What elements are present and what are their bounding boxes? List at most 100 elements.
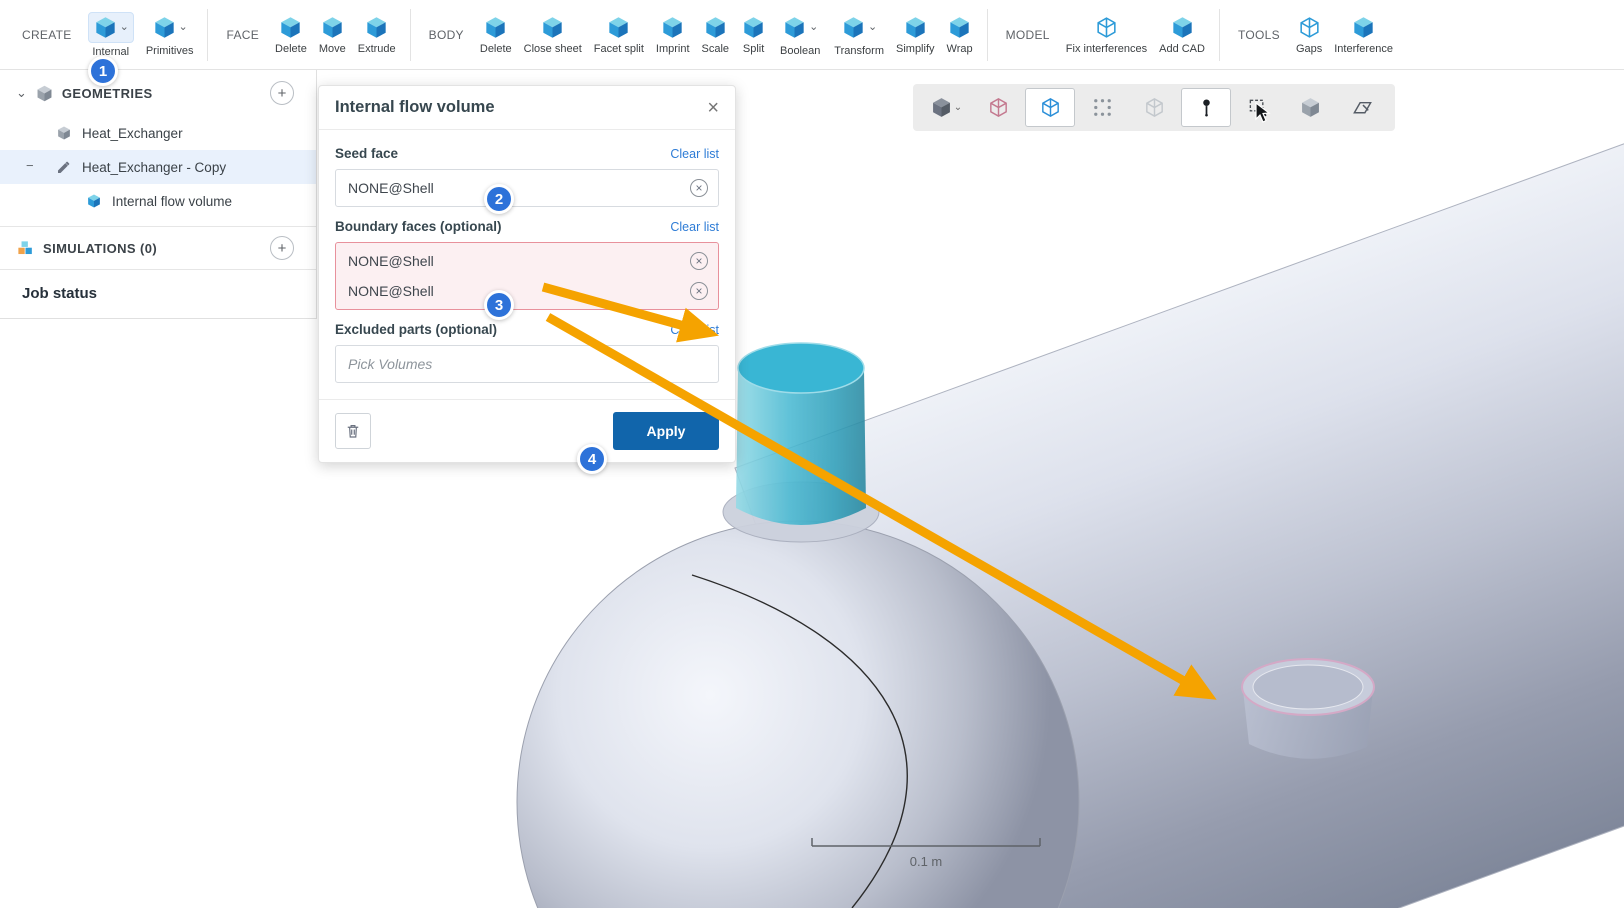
- boundary-faces-label: Boundary faces (optional): [335, 219, 502, 234]
- tool-close-sheet[interactable]: Close sheet: [518, 15, 588, 55]
- flow-volume-cube-icon: [86, 193, 112, 209]
- add-simulation-button[interactable]: +: [270, 236, 294, 260]
- view-shaded-button[interactable]: ⌄: [921, 88, 971, 127]
- view-wireframe-button[interactable]: [1129, 88, 1179, 127]
- gaps-icon: [1297, 15, 1322, 40]
- selected-seed-face-nozzle[interactable]: [723, 343, 879, 542]
- excluded-parts-label: Excluded parts (optional): [335, 322, 497, 337]
- toolbar-divider: [987, 9, 988, 61]
- wrap-icon: [947, 15, 972, 40]
- tool-internal[interactable]: ⌄ Internal: [82, 12, 140, 58]
- box-select-button[interactable]: [1233, 88, 1283, 127]
- chevron-down-icon[interactable]: ⌄: [809, 23, 818, 31]
- tool-label: Transform: [834, 45, 884, 57]
- geometries-section-header[interactable]: ⌄ GEOMETRIES +: [0, 70, 316, 116]
- tool-fix-interferences[interactable]: Fix interferences: [1060, 15, 1153, 55]
- view-hidden-line-button[interactable]: [973, 88, 1023, 127]
- job-status-section[interactable]: Job status: [0, 270, 316, 316]
- boundary-faces-list: NONE@Shell × NONE@Shell ×: [335, 242, 719, 310]
- job-status-label: Job status: [22, 285, 97, 302]
- delete-face-icon: [278, 15, 303, 40]
- apply-button[interactable]: Apply: [613, 412, 719, 450]
- seed-face-input[interactable]: NONE@Shell ×: [335, 169, 719, 207]
- close-sheet-icon: [540, 15, 565, 40]
- main-toolbar: CREATE ⌄ Internal ⌄ Primitives FACE: [0, 0, 1624, 70]
- step-2-badge: 2: [484, 184, 514, 214]
- delete-body-icon: [483, 15, 508, 40]
- step-3-badge: 3: [484, 290, 514, 320]
- tool-extrude-face[interactable]: Extrude: [352, 15, 402, 55]
- tool-label: Move: [319, 43, 346, 55]
- chevron-down-icon[interactable]: ⌄: [179, 23, 188, 31]
- tool-label: Boolean: [780, 45, 820, 57]
- chevron-down-icon[interactable]: ⌄: [868, 23, 877, 31]
- chevron-down-icon[interactable]: ⌄: [954, 102, 962, 113]
- collapse-icon[interactable]: −: [26, 158, 34, 173]
- dialog-footer: Apply: [319, 399, 735, 462]
- tool-label: Primitives: [146, 45, 194, 57]
- delete-operation-button[interactable]: [335, 413, 371, 449]
- outlet-nozzle-face[interactable]: [1242, 659, 1374, 759]
- view-vertices-button[interactable]: [1077, 88, 1127, 127]
- tool-split[interactable]: Split: [735, 15, 772, 55]
- sketch-plane-button[interactable]: [1337, 88, 1387, 127]
- tool-imprint[interactable]: Imprint: [650, 15, 696, 55]
- simulations-icon: [16, 239, 43, 258]
- tool-primitives[interactable]: ⌄ Primitives: [140, 13, 200, 57]
- tool-gaps[interactable]: Gaps: [1290, 15, 1328, 55]
- tool-delete-body[interactable]: Delete: [474, 15, 518, 55]
- tool-facet-split[interactable]: Facet split: [588, 15, 650, 55]
- chevron-down-icon[interactable]: ⌄: [120, 23, 129, 31]
- extrude-face-icon: [364, 15, 389, 40]
- remove-boundary-face-icon[interactable]: ×: [690, 252, 708, 270]
- tool-boolean[interactable]: ⌄ Boolean: [772, 13, 828, 57]
- tree-item-label: Heat_Exchanger - Copy: [82, 160, 226, 175]
- select-bodies-button[interactable]: [1285, 88, 1335, 127]
- chevron-down-icon[interactable]: ⌄: [16, 85, 27, 101]
- dialog-header: Internal flow volume ×: [319, 86, 735, 130]
- tool-delete-face[interactable]: Delete: [269, 15, 313, 55]
- group-label-face: FACE: [226, 28, 259, 42]
- excluded-clear-list-link[interactable]: Clear list: [670, 323, 719, 337]
- tool-move-face[interactable]: Move: [313, 15, 352, 55]
- tool-label: Wrap: [947, 43, 973, 55]
- seed-clear-list-link[interactable]: Clear list: [670, 147, 719, 161]
- boundary-face-value: NONE@Shell: [348, 283, 690, 299]
- tool-label: Interference: [1334, 43, 1393, 55]
- toolbar-divider: [410, 9, 411, 61]
- tree-item-heat-exchanger-copy[interactable]: − Heat_Exchanger - Copy: [0, 150, 316, 184]
- tree-item-label: Internal flow volume: [112, 194, 232, 209]
- move-face-icon: [320, 15, 345, 40]
- tree-item-internal-flow-volume[interactable]: Internal flow volume: [0, 184, 316, 218]
- fix-interferences-icon: [1094, 15, 1119, 40]
- step-1-badge: 1: [88, 56, 118, 86]
- tool-simplify[interactable]: Simplify: [890, 15, 941, 55]
- toolbar-group-model: MODEL Fix interferences Add CAD: [996, 0, 1211, 69]
- tool-wrap[interactable]: Wrap: [941, 15, 979, 55]
- tool-label: Split: [743, 43, 764, 55]
- scale-label: 0.1 m: [910, 854, 943, 869]
- boundary-face-row[interactable]: NONE@Shell ×: [336, 246, 718, 276]
- excluded-parts-input[interactable]: [335, 345, 719, 383]
- interference-icon: [1351, 15, 1376, 40]
- probe-point-button[interactable]: [1181, 88, 1231, 127]
- tool-interference[interactable]: Interference: [1328, 15, 1399, 55]
- tree-item-heat-exchanger[interactable]: Heat_Exchanger: [0, 116, 316, 150]
- toolbar-divider: [207, 9, 208, 61]
- tool-transform[interactable]: ⌄ Transform: [828, 13, 890, 57]
- tool-label: Facet split: [594, 43, 644, 55]
- remove-seed-face-icon[interactable]: ×: [690, 179, 708, 197]
- tool-add-cad[interactable]: Add CAD: [1153, 15, 1211, 55]
- remove-boundary-face-icon[interactable]: ×: [690, 282, 708, 300]
- simulations-section-header[interactable]: SIMULATIONS (0) +: [0, 226, 316, 270]
- close-icon[interactable]: ×: [707, 98, 719, 118]
- internal-flow-volume-dialog: Internal flow volume × Seed face Clear l…: [318, 85, 736, 463]
- toolbar-group-face: FACE Delete Move Extrude: [216, 0, 401, 69]
- add-geometry-button[interactable]: +: [270, 81, 294, 105]
- geometry-cube-icon: [56, 125, 82, 141]
- boundary-clear-list-link[interactable]: Clear list: [670, 220, 719, 234]
- tool-label: Delete: [275, 43, 307, 55]
- tool-scale[interactable]: Scale: [696, 15, 736, 55]
- boundary-face-row[interactable]: NONE@Shell ×: [336, 276, 718, 306]
- view-transparent-button[interactable]: [1025, 88, 1075, 127]
